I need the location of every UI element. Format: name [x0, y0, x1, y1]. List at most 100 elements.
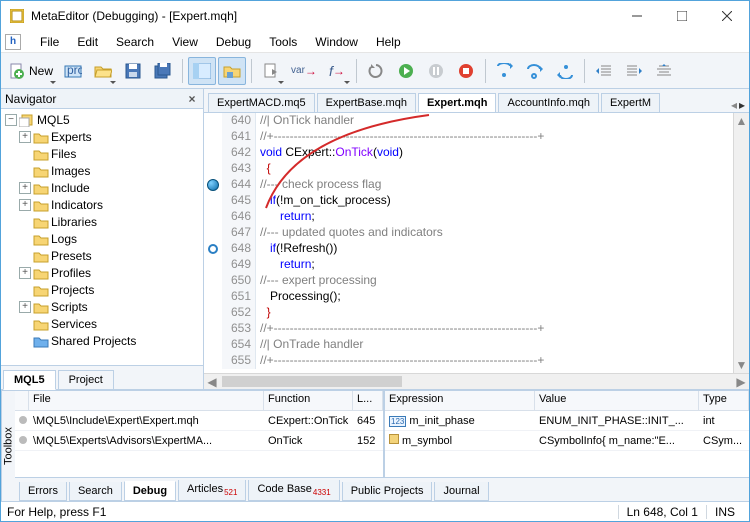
tree-item-images[interactable]: Images: [1, 162, 203, 179]
nav-tab-project[interactable]: Project: [58, 370, 114, 389]
tree-item-services[interactable]: Services: [1, 315, 203, 332]
restart-button[interactable]: [362, 57, 390, 85]
open-button[interactable]: [89, 57, 117, 85]
breakpoint-gutter[interactable]: [204, 305, 222, 321]
code-line[interactable]: return;: [256, 257, 733, 273]
callstack-row[interactable]: \MQL5\Experts\Advisors\ExpertMA...OnTick…: [15, 431, 383, 451]
code-line[interactable]: //+-------------------------------------…: [256, 321, 733, 337]
menu-debug[interactable]: Debug: [207, 33, 260, 51]
code-line[interactable]: //+-------------------------------------…: [256, 353, 733, 369]
tree-item-experts[interactable]: +Experts: [1, 128, 203, 145]
code-line[interactable]: {: [256, 161, 733, 177]
breakpoint-gutter[interactable]: [204, 241, 222, 257]
menu-view[interactable]: View: [163, 33, 207, 51]
toolbox-tab-search[interactable]: Search: [69, 482, 122, 501]
col-expression[interactable]: Expression: [385, 391, 535, 410]
breakpoint-gutter[interactable]: [204, 321, 222, 337]
code-line[interactable]: void CExpert::OnTick(void): [256, 145, 733, 161]
tree-item-shared-projects[interactable]: Shared Projects: [1, 332, 203, 349]
watch-row[interactable]: m_symbolCSymbolInfo{ m_name:"E...CSym...: [385, 431, 749, 451]
breakpoint-gutter[interactable]: [204, 225, 222, 241]
col-function[interactable]: Function: [264, 391, 353, 410]
menu-window[interactable]: Window: [306, 33, 367, 51]
compile-button[interactable]: [257, 57, 285, 85]
breakpoint-gutter[interactable]: [204, 161, 222, 177]
breakpoint-gutter[interactable]: [204, 145, 222, 161]
step-into-button[interactable]: [491, 57, 519, 85]
pause-button[interactable]: [422, 57, 450, 85]
tree-item-projects[interactable]: Projects: [1, 281, 203, 298]
saveall-button[interactable]: [149, 57, 177, 85]
var-button[interactable]: var→: [287, 57, 321, 85]
code-line[interactable]: //| OnTrade handler: [256, 337, 733, 353]
code-area[interactable]: 640//| OnTick handler641//+-------------…: [204, 113, 733, 373]
breakpoint-gutter[interactable]: [204, 209, 222, 225]
menu-edit[interactable]: Edit: [68, 33, 107, 51]
tree-item-presets[interactable]: Presets: [1, 247, 203, 264]
code-line[interactable]: return;: [256, 209, 733, 225]
indent-right-button[interactable]: [620, 57, 648, 85]
toolbox-tab-debug[interactable]: Debug: [124, 481, 176, 501]
toolbox-toggle[interactable]: [218, 57, 246, 85]
project-button[interactable]: proj: [59, 57, 87, 85]
save-button[interactable]: [119, 57, 147, 85]
menu-search[interactable]: Search: [107, 33, 163, 51]
breakpoint-gutter[interactable]: [204, 113, 222, 129]
editor-tab[interactable]: Expert.mqh: [418, 93, 497, 113]
editor-tab[interactable]: ExpertMACD.mq5: [208, 93, 315, 112]
editor-tab[interactable]: ExpertM: [601, 93, 660, 112]
code-line[interactable]: //| OnTick handler: [256, 113, 733, 129]
vscrollbar[interactable]: ▲ ▼: [733, 113, 749, 373]
tab-left-icon[interactable]: ◂: [731, 98, 737, 112]
editor-tab[interactable]: AccountInfo.mqh: [498, 93, 599, 112]
tree-item-indicators[interactable]: +Indicators: [1, 196, 203, 213]
toolbox-tab-public-projects[interactable]: Public Projects: [342, 482, 433, 501]
toolbox-label[interactable]: Toolbox: [1, 391, 15, 501]
maximize-button[interactable]: [659, 1, 704, 31]
watch-table[interactable]: Expression Value Type 123m_init_phaseENU…: [385, 391, 749, 477]
tab-right-icon[interactable]: ▸: [739, 98, 745, 112]
col-line[interactable]: L...: [353, 391, 383, 410]
start-button[interactable]: [392, 57, 420, 85]
breakpoint-gutter[interactable]: [204, 193, 222, 209]
menu-tools[interactable]: Tools: [260, 33, 306, 51]
editor-tab[interactable]: ExpertBase.mqh: [317, 93, 416, 112]
tree-item-libraries[interactable]: Libraries: [1, 213, 203, 230]
tree-root[interactable]: −MQL5: [1, 111, 203, 128]
navigator-tree[interactable]: −MQL5+ExpertsFilesImages+Include+Indicat…: [1, 109, 203, 365]
breakpoint-gutter[interactable]: [204, 129, 222, 145]
nav-tab-mql5[interactable]: MQL5: [3, 370, 56, 390]
menu-file[interactable]: File: [31, 33, 68, 51]
hscrollbar[interactable]: ◀ ▶: [204, 373, 749, 389]
format-button[interactable]: [650, 57, 678, 85]
code-line[interactable]: //+-------------------------------------…: [256, 129, 733, 145]
tree-item-profiles[interactable]: +Profiles: [1, 264, 203, 281]
breakpoint-gutter[interactable]: [204, 273, 222, 289]
code-line[interactable]: Processing();: [256, 289, 733, 305]
tree-item-logs[interactable]: Logs: [1, 230, 203, 247]
toolbox-tab-journal[interactable]: Journal: [434, 482, 488, 501]
toolbox-tab-code-base[interactable]: Code Base4331: [248, 480, 339, 501]
mdi-icon[interactable]: h: [5, 34, 21, 50]
close-button[interactable]: [704, 1, 749, 31]
code-line[interactable]: }: [256, 305, 733, 321]
code-line[interactable]: if(!m_on_tick_process): [256, 193, 733, 209]
code-line[interactable]: //--- expert processing: [256, 273, 733, 289]
code-line[interactable]: //--- updated quotes and indicators: [256, 225, 733, 241]
callstack-row[interactable]: \MQL5\Include\Expert\Expert.mqhCExpert::…: [15, 411, 383, 431]
code-line[interactable]: if(!Refresh()): [256, 241, 733, 257]
callstack-table[interactable]: File Function L... \MQL5\Include\Expert\…: [15, 391, 385, 477]
col-type[interactable]: Type: [699, 391, 749, 410]
func-button[interactable]: f→: [323, 57, 351, 85]
col-file[interactable]: File: [29, 391, 264, 410]
code-line[interactable]: //--- check process flag: [256, 177, 733, 193]
breakpoint-gutter[interactable]: [204, 257, 222, 273]
breakpoint-gutter[interactable]: [204, 353, 222, 369]
new-button[interactable]: New: [5, 57, 57, 85]
breakpoint-gutter[interactable]: [204, 177, 222, 193]
tree-item-include[interactable]: +Include: [1, 179, 203, 196]
stop-button[interactable]: [452, 57, 480, 85]
navigator-close-icon[interactable]: ×: [185, 92, 199, 106]
tree-item-files[interactable]: Files: [1, 145, 203, 162]
minimize-button[interactable]: [614, 1, 659, 31]
